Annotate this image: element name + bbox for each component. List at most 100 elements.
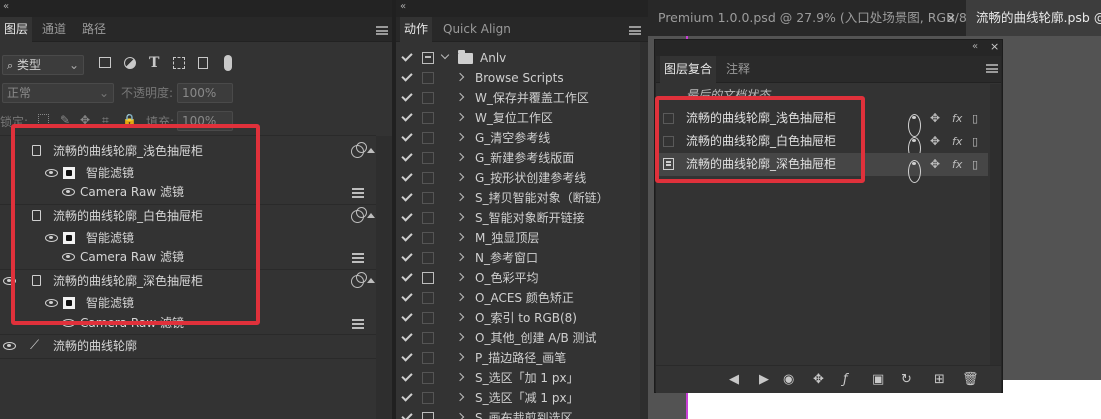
shape-layer-filter-icon[interactable] (173, 57, 185, 69)
tab-layer-comps[interactable]: 图层复合 (660, 56, 717, 83)
checkmark-icon[interactable] (401, 290, 413, 302)
filter-item-label[interactable]: Camera Raw 滤镜 (80, 181, 184, 203)
tab-quick-align[interactable]: Quick Align (439, 17, 515, 42)
eye-icon[interactable] (45, 234, 58, 242)
lock-artboard-icon[interactable]: ⌗ (102, 113, 109, 128)
action-label[interactable]: G_清空参考线 (475, 128, 550, 148)
chevron-right-icon[interactable] (455, 72, 465, 82)
lock-transparent-icon[interactable] (38, 114, 49, 125)
layer-row[interactable]: ⟋ 流畅的曲线轮廓 (0, 335, 376, 357)
layer-filter-select[interactable]: ⌕ 类型 ⌄ (2, 55, 84, 75)
appearance-icon[interactable]: ▯ (972, 107, 978, 130)
checkmark-icon[interactable] (401, 370, 413, 382)
lock-paint-icon[interactable]: ✎ (60, 113, 70, 127)
checkmark-icon[interactable] (401, 190, 413, 202)
collapse-icon[interactable]: « (972, 41, 978, 52)
filter-options-icon[interactable] (352, 188, 364, 198)
tab-layers[interactable]: 图层 (0, 17, 33, 42)
dialog-toggle-icon[interactable] (422, 352, 434, 364)
smart-filter-link-icon[interactable] (351, 272, 367, 288)
eye-icon[interactable] (908, 160, 921, 183)
document-tab-active[interactable]: 流畅的曲线轮廓.psb @ (966, 0, 1101, 36)
chevron-right-icon[interactable] (455, 392, 465, 402)
eye-icon[interactable] (62, 319, 75, 327)
fx-icon[interactable]: fx (952, 130, 962, 153)
action-label[interactable]: M_独显顶层 (475, 228, 539, 248)
move-icon[interactable]: ✥ (930, 130, 940, 153)
dialog-toggle-icon[interactable] (422, 272, 434, 284)
dialog-toggle-icon[interactable] (422, 192, 434, 204)
action-item[interactable]: S_选区「减 1 px」 (396, 388, 648, 408)
smart-filter-link-icon[interactable] (351, 142, 367, 158)
action-item[interactable]: S_智能对象断开链接 (396, 208, 648, 228)
checkmark-icon[interactable] (401, 150, 413, 162)
comp-apply-checkbox[interactable] (663, 113, 674, 124)
filter-toggle-icon[interactable] (224, 55, 232, 71)
checkmark-icon[interactable] (401, 130, 413, 142)
chevron-right-icon[interactable] (455, 132, 465, 142)
eye-icon[interactable] (45, 299, 58, 307)
panel-menu-icon[interactable] (376, 26, 388, 35)
collapse-caret-icon[interactable] (367, 148, 375, 153)
move-icon[interactable]: ✥ (930, 153, 940, 176)
action-label[interactable]: S_选区「加 1 px」 (475, 368, 579, 388)
action-label[interactable]: S_拷贝智能对象（断链） (475, 188, 609, 208)
comp-apply-checkbox[interactable] (663, 136, 674, 147)
tab-paths[interactable]: 路径 (78, 17, 110, 42)
filter-options-icon[interactable] (352, 253, 364, 263)
action-item[interactable]: O_索引 to RGB(8) (396, 308, 648, 328)
action-item[interactable]: N_参考窗口 (396, 248, 648, 268)
chevron-right-icon[interactable] (455, 332, 465, 342)
chevron-right-icon[interactable] (455, 252, 465, 262)
filter-mask-thumbnail[interactable] (63, 167, 75, 179)
action-item[interactable]: P_描边路径_画笔 (396, 348, 648, 368)
action-label[interactable]: S_智能对象断开链接 (475, 208, 585, 228)
action-label[interactable]: O_ACES 颜色矫正 (475, 288, 574, 308)
update-style-icon[interactable]: ƒ (843, 366, 848, 394)
filter-options-icon[interactable] (352, 319, 364, 329)
dialog-toggle-icon[interactable] (422, 252, 434, 264)
eye-icon[interactable] (45, 169, 58, 177)
update-all-icon[interactable]: ↻ (901, 366, 912, 394)
dialog-toggle-icon[interactable] (422, 132, 434, 144)
actions-scrollbar[interactable] (640, 42, 648, 419)
checkmark-icon[interactable] (401, 210, 413, 222)
layer-name[interactable]: 流畅的曲线轮廓_深色抽屉柜 (53, 270, 203, 292)
dialog-toggle-icon[interactable] (422, 152, 434, 164)
layer-comp-row-selected[interactable]: 流畅的曲线轮廓_深色抽屉柜 ✥ fx ▯ (656, 153, 988, 183)
chevron-right-icon[interactable] (455, 152, 465, 162)
layer-row[interactable]: 流畅的曲线轮廓_浅色抽屉柜 (0, 140, 376, 162)
adjustment-layer-filter-icon[interactable] (124, 57, 136, 69)
action-item[interactable]: G_清空参考线 (396, 128, 648, 148)
lock-all-icon[interactable]: 🔒 (122, 113, 137, 127)
new-comp-icon[interactable]: ⊞ (934, 366, 945, 394)
fx-icon[interactable]: fx (952, 153, 962, 176)
filter-item-label[interactable]: Camera Raw 滤镜 (80, 246, 184, 268)
checkmark-icon[interactable] (401, 270, 413, 282)
pixel-layer-filter-icon[interactable] (99, 57, 111, 68)
dialog-toggle-icon[interactable] (422, 172, 434, 184)
fx-icon[interactable]: fx (952, 107, 962, 130)
action-item[interactable]: S_画布裁剪到选区 (396, 408, 648, 419)
filter-mask-thumbnail[interactable] (63, 232, 75, 244)
checkmark-icon[interactable] (401, 410, 413, 419)
checkmark-icon[interactable] (401, 230, 413, 242)
checkmark-icon[interactable] (401, 50, 413, 62)
action-item[interactable]: W_保存并覆盖工作区 (396, 88, 648, 108)
layer-comp-row[interactable]: 流畅的曲线轮廓_浅色抽屉柜 ✥ fx ▯ (656, 107, 988, 137)
action-item[interactable]: M_独显顶层 (396, 228, 648, 248)
eye-icon[interactable] (62, 188, 75, 196)
action-label[interactable]: W_保存并覆盖工作区 (475, 88, 589, 108)
blend-mode-select[interactable]: 正常 ⌄ (2, 83, 114, 103)
chevron-right-icon[interactable] (455, 212, 465, 222)
previous-comp-icon[interactable]: ◀ (729, 366, 739, 394)
layer-comp-name[interactable]: 流畅的曲线轮廓_白色抽屉柜 (686, 130, 836, 153)
action-label[interactable]: W_复位工作区 (475, 108, 553, 128)
delete-comp-icon[interactable]: 🗑 (962, 366, 979, 394)
dialog-toggle-icon[interactable] (422, 292, 434, 304)
chevron-right-icon[interactable] (455, 352, 465, 362)
dialog-toggle-icon[interactable] (422, 392, 434, 404)
action-item[interactable]: O_ACES 颜色矫正 (396, 288, 648, 308)
action-label[interactable]: O_其他_创建 A/B 测试 (475, 328, 597, 348)
close-icon[interactable]: × (946, 11, 956, 25)
